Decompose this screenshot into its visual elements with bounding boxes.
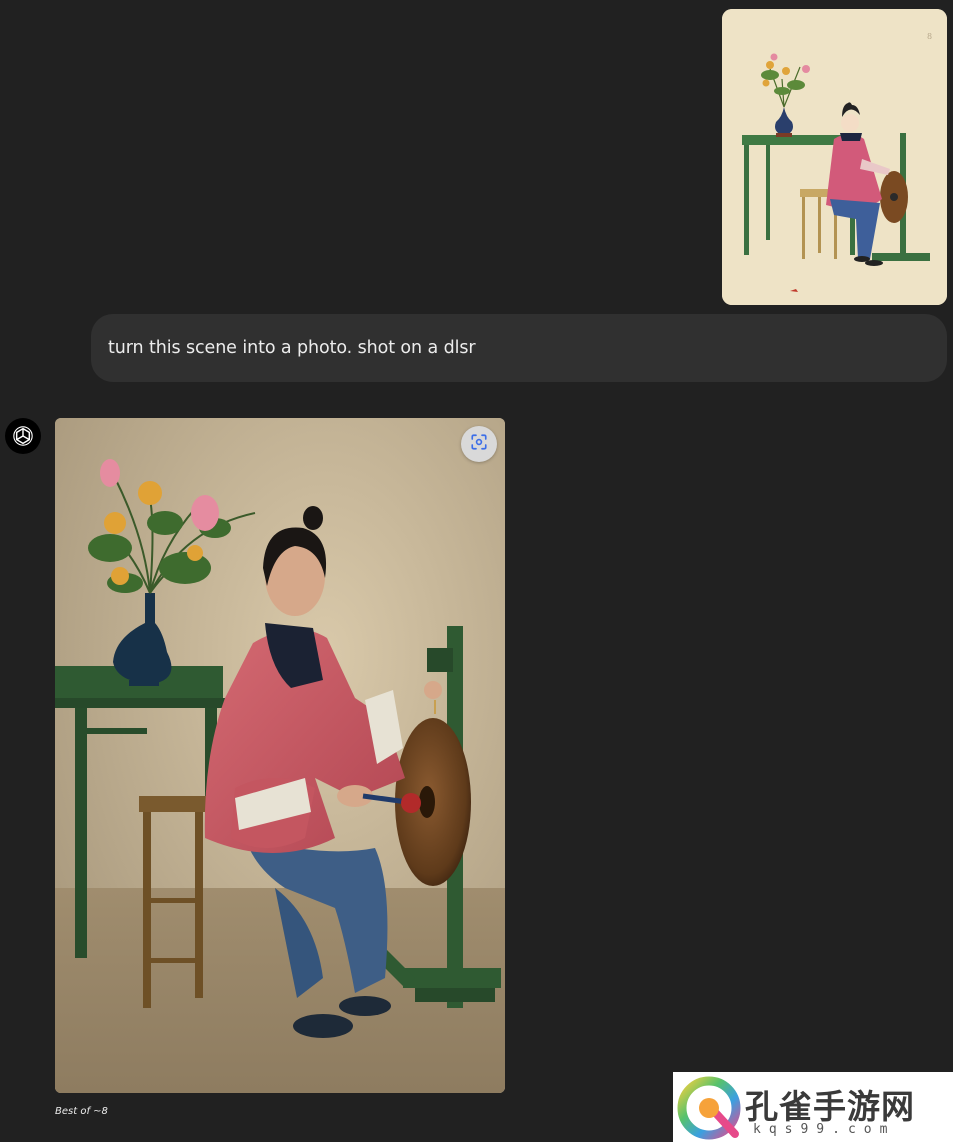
generated-image[interactable] bbox=[55, 418, 505, 1093]
peacock-logo-icon bbox=[677, 1076, 741, 1140]
watermark-title: 孔雀手游网 bbox=[745, 1087, 915, 1126]
select-region-icon bbox=[470, 433, 488, 455]
user-message-bubble: turn this scene into a photo. shot on a … bbox=[91, 314, 947, 382]
svg-text:8: 8 bbox=[927, 32, 932, 41]
site-watermark: 孔雀手游网 kqs99.com bbox=[673, 1072, 953, 1142]
generation-caption: Best of ~8 bbox=[55, 1106, 108, 1117]
select-region-button[interactable] bbox=[461, 426, 497, 462]
user-message-text: turn this scene into a photo. shot on a … bbox=[108, 338, 476, 358]
openai-logo-icon bbox=[5, 418, 41, 454]
user-attached-image[interactable]: 8 bbox=[722, 9, 947, 305]
watermark-subtitle: kqs99.com bbox=[753, 1122, 896, 1137]
chat-page: 8 turn this scene into a photo. shot on … bbox=[0, 0, 953, 1142]
